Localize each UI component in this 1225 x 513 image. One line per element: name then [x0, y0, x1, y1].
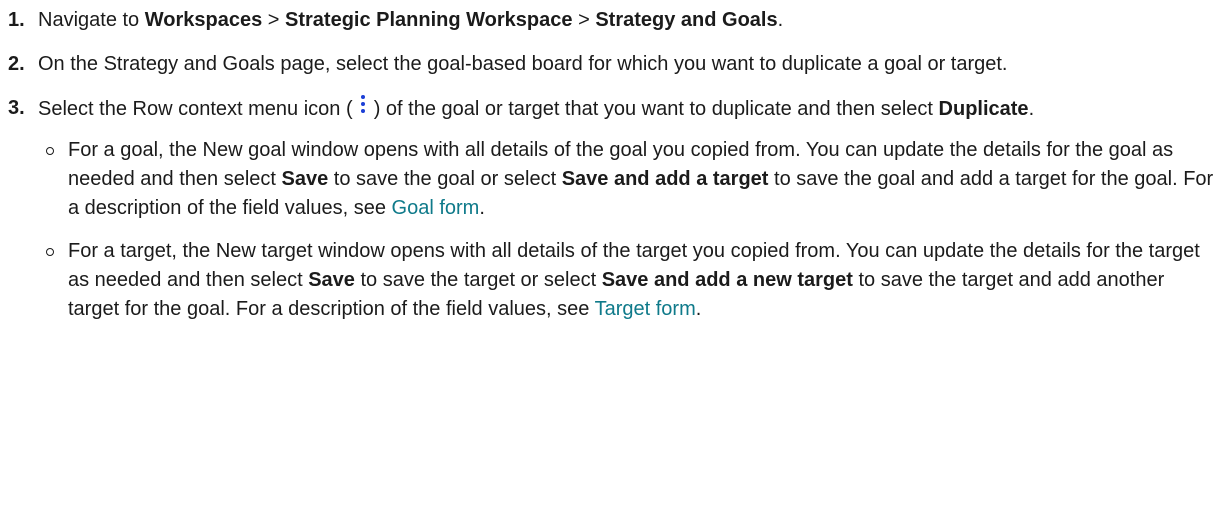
- save-and-add-new-target-label: Save and add a new target: [601, 269, 853, 291]
- substep-text: .: [479, 197, 485, 219]
- breadcrumb-separator: >: [572, 9, 596, 31]
- step-2: 2. On the Strategy and Goals page, selec…: [8, 50, 1217, 79]
- step-number: 1.: [8, 9, 25, 31]
- step-text: ) of the goal or target that you want to…: [368, 98, 939, 120]
- step-1: 1. Navigate to Workspaces > Strategic Pl…: [8, 6, 1217, 35]
- step-3-substeps: For a goal, the New goal window opens wi…: [38, 136, 1217, 324]
- save-label: Save: [308, 269, 355, 291]
- breadcrumb-separator: >: [262, 9, 286, 31]
- procedure-steps: 1. Navigate to Workspaces > Strategic Pl…: [8, 6, 1217, 324]
- step-3: 3. Select the Row context menu icon ( ) …: [8, 94, 1217, 324]
- bullet-icon: [46, 248, 54, 256]
- step-text: On the Strategy and Goals page, select t…: [38, 53, 1008, 75]
- substep-text: to save the goal or select: [328, 168, 562, 190]
- substep-goal: For a goal, the New goal window opens wi…: [38, 136, 1217, 223]
- substep-text: to save the target or select: [354, 269, 602, 291]
- target-form-link[interactable]: Target form: [595, 298, 696, 320]
- duplicate-label: Duplicate: [938, 98, 1029, 120]
- step-text: .: [1028, 98, 1035, 120]
- save-label: Save: [281, 168, 329, 190]
- step-number: 3.: [8, 97, 25, 119]
- bullet-icon: [46, 147, 54, 155]
- document-body: 1. Navigate to Workspaces > Strategic Pl…: [0, 0, 1225, 513]
- goal-form-link[interactable]: Goal form: [392, 197, 480, 219]
- step-number: 2.: [8, 53, 25, 75]
- nav-workspaces: Workspaces: [144, 9, 263, 31]
- step-text: Navigate to: [38, 9, 145, 31]
- nav-strategy-and-goals: Strategy and Goals: [595, 9, 778, 31]
- row-context-menu-icon: [358, 94, 368, 116]
- substep-target: For a target, the New target window open…: [38, 237, 1217, 324]
- step-text: Select the Row context menu icon (: [38, 98, 359, 120]
- step-text: .: [777, 9, 784, 31]
- save-and-add-target-label: Save and add a target: [561, 168, 769, 190]
- nav-strategic-planning-workspace: Strategic Planning Workspace: [285, 9, 573, 31]
- substep-text: .: [695, 298, 702, 320]
